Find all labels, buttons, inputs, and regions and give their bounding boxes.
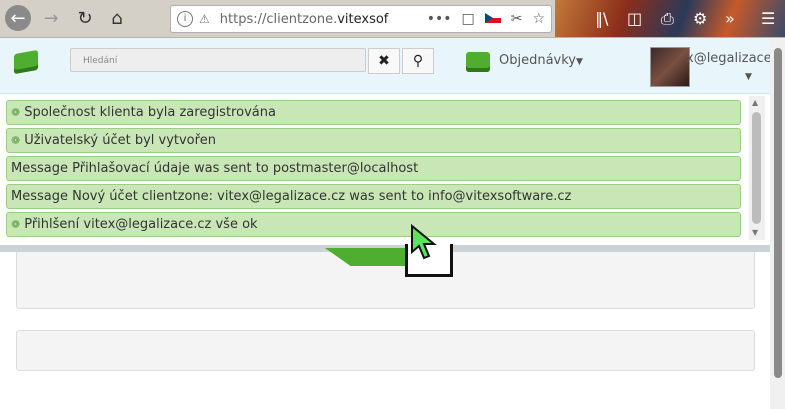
- avatar[interactable]: [650, 47, 690, 87]
- address-bar[interactable]: i ⚠ https://clientzone.vitexsof ••• □ ✂ …: [170, 5, 552, 33]
- bookmark-star-icon[interactable]: ☆: [532, 11, 545, 27]
- page-scroll-thumb[interactable]: [774, 48, 782, 378]
- message-item: Message Nový účet clientzone: vitex@lega…: [6, 184, 741, 209]
- reload-button[interactable]: ↻: [72, 5, 98, 31]
- orders-menu[interactable]: Objednávky▼: [499, 53, 583, 68]
- message-item: ❁ Přihlšení vitex@legalizace.cz vše ok: [6, 212, 741, 237]
- close-icon: ✖: [378, 53, 390, 69]
- content-box: [16, 330, 755, 371]
- orders-icon[interactable]: [466, 52, 490, 72]
- page-scrollbar[interactable]: [770, 38, 785, 409]
- info-icon[interactable]: i: [177, 11, 193, 27]
- pointer-cursor-icon: [411, 224, 437, 260]
- status-dot-icon: ❁: [11, 134, 21, 147]
- czech-flag-icon[interactable]: [484, 13, 501, 23]
- status-dot-icon: ❁: [11, 218, 21, 231]
- message-scrollbar[interactable]: ▲ ▼: [749, 96, 765, 240]
- printer-icon[interactable]: ⎙: [661, 9, 674, 29]
- caret-down-icon: ▼: [576, 57, 583, 67]
- back-button[interactable]: ←: [5, 5, 31, 31]
- scroll-down-icon[interactable]: ▼: [752, 228, 758, 237]
- search-icon: ⚲: [412, 53, 424, 69]
- message-item: ❁ Společnost klienta byla zaregistrována: [6, 100, 741, 125]
- user-menu[interactable]: x@legalizace: [686, 51, 772, 66]
- menu-icon[interactable]: ☰: [761, 9, 775, 28]
- url-text[interactable]: https://clientzone.vitexsof: [220, 12, 410, 27]
- screenshot-icon[interactable]: ✂: [511, 11, 523, 27]
- scroll-thumb[interactable]: [752, 112, 761, 224]
- gear-icon[interactable]: ⚙: [693, 9, 707, 28]
- user-caret-icon[interactable]: ▼: [745, 72, 752, 82]
- message-item: ❁ Uživatelský účet byl vytvořen: [6, 128, 741, 153]
- scroll-up-icon[interactable]: ▲: [752, 98, 758, 107]
- search-input[interactable]: Hledání: [70, 48, 366, 72]
- home-button[interactable]: ⌂: [104, 5, 130, 31]
- app-header: Hledání ✖ ⚲ Objednávky▼ x@legalizace ▼: [0, 38, 785, 94]
- page-actions-icon[interactable]: •••: [427, 11, 452, 27]
- browser-toolbar: ← → ↻ ⌂ i ⚠ https://clientzone.vitexsof …: [0, 0, 785, 38]
- library-icon[interactable]: ‖\: [595, 9, 608, 28]
- toolbar-theme-area: ‖\ ◫ ⎙ ⚙ » ☰: [555, 0, 785, 37]
- search-button[interactable]: ⚲: [402, 48, 434, 74]
- message-item: Message Přihlašovací údaje was sent to p…: [6, 156, 741, 181]
- pocket-icon[interactable]: □: [461, 11, 474, 27]
- clear-search-button[interactable]: ✖: [368, 48, 400, 74]
- forward-button[interactable]: →: [38, 5, 64, 31]
- message-panel: ❁ Společnost klienta byla zaregistrována …: [0, 94, 768, 244]
- logo-icon[interactable]: [14, 49, 38, 75]
- insecure-lock-icon[interactable]: ⚠: [199, 12, 210, 26]
- status-dot-icon: ❁: [11, 106, 21, 119]
- overflow-chevron-icon[interactable]: »: [725, 9, 735, 28]
- sidebar-icon[interactable]: ◫: [627, 9, 642, 28]
